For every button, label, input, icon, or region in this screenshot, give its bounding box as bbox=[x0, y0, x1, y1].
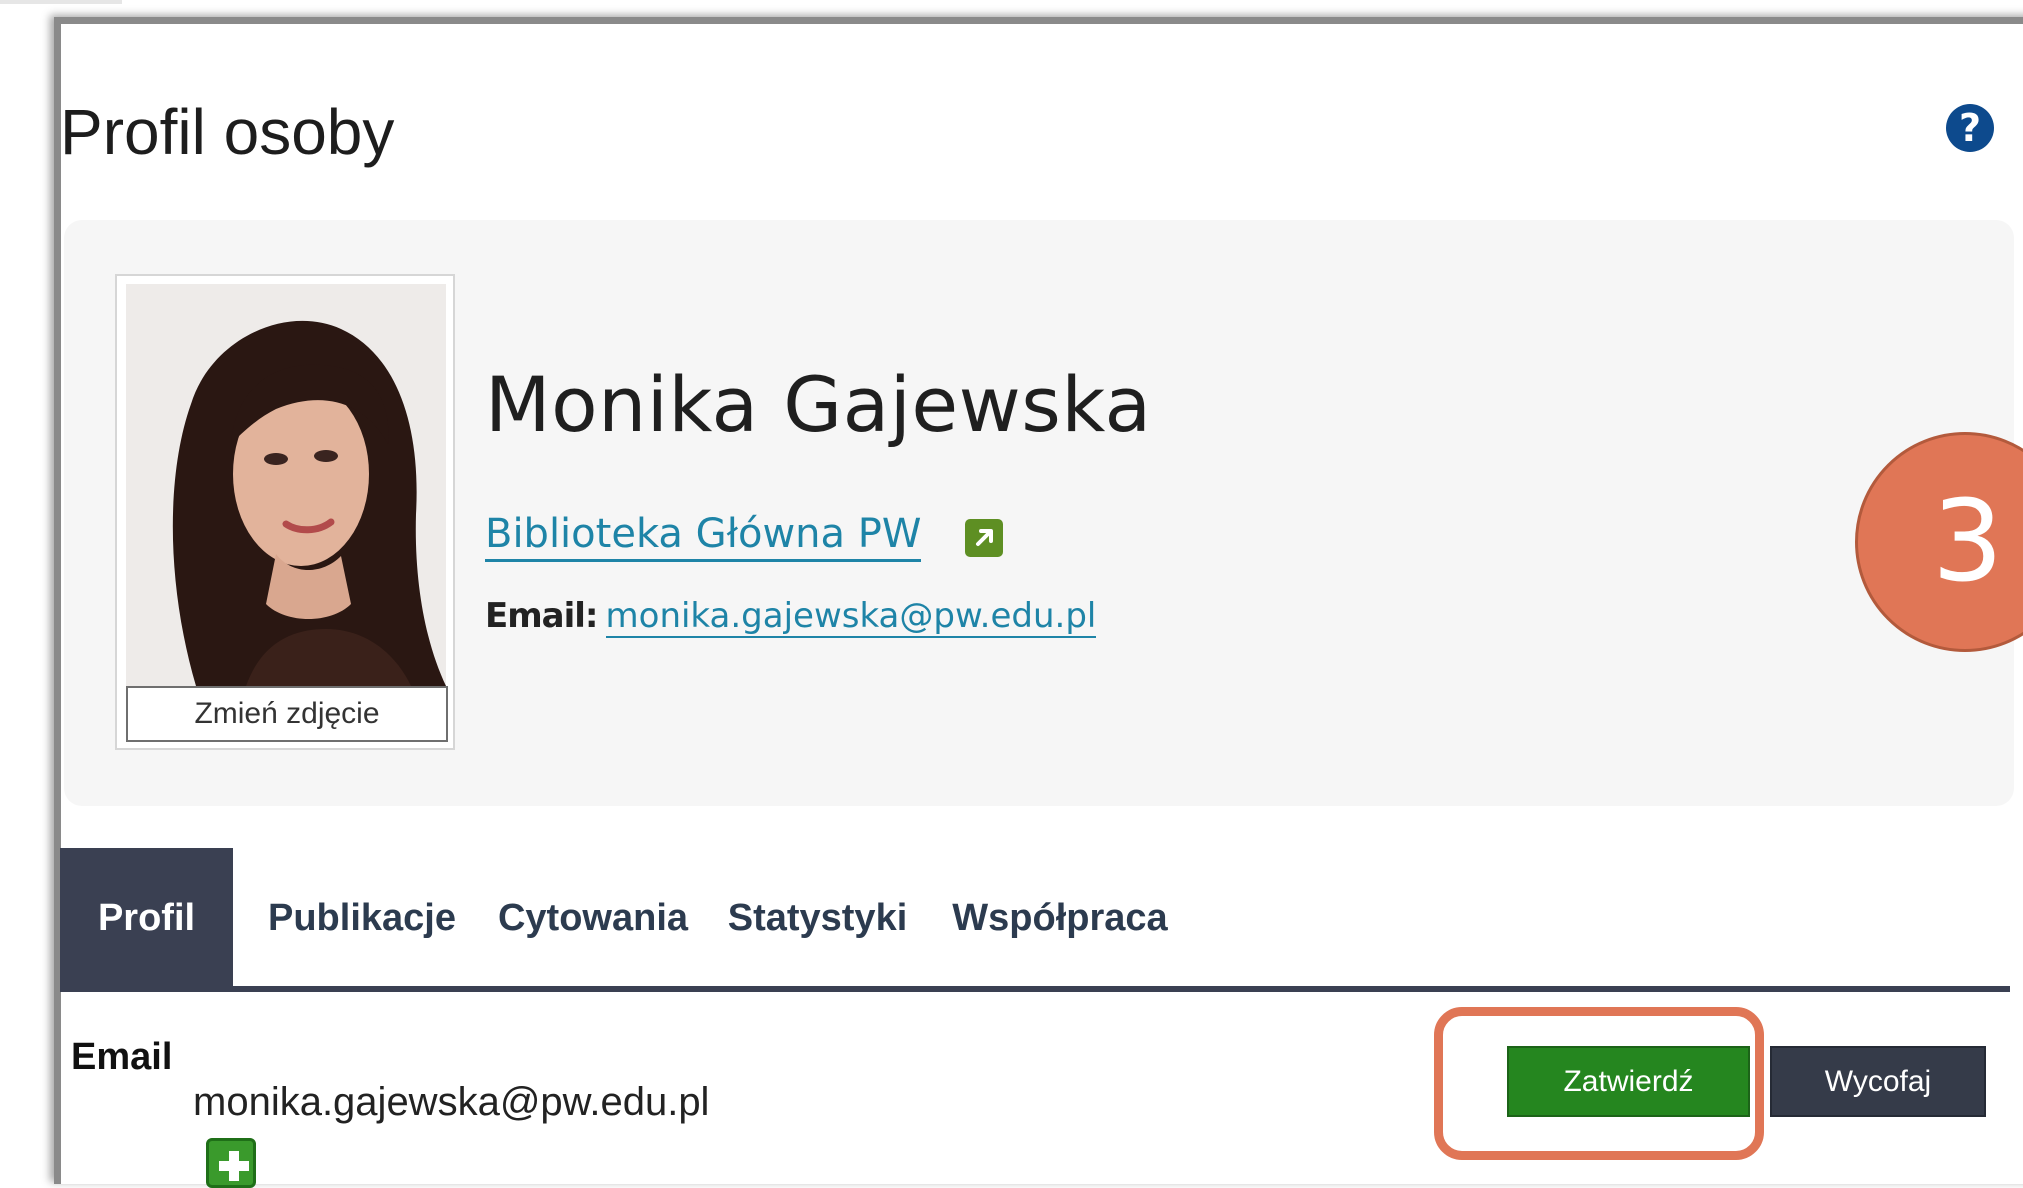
person-name: Monika Gajewska bbox=[485, 360, 1152, 449]
withdraw-button[interactable]: Wycofaj bbox=[1770, 1046, 1986, 1117]
tab-profil[interactable]: Profil bbox=[60, 848, 233, 988]
profile-photo bbox=[126, 284, 446, 686]
unit-link[interactable]: Biblioteka Główna PW bbox=[485, 511, 922, 562]
external-link-arrow bbox=[976, 529, 993, 546]
email-link[interactable]: monika.gajewska@pw.edu.pl bbox=[605, 596, 1097, 638]
change-photo-button[interactable]: Zmień zdjęcie bbox=[126, 686, 448, 742]
help-icon[interactable]: ? bbox=[1946, 104, 1994, 152]
email-section-label: Email bbox=[71, 1036, 173, 1078]
add-icon[interactable] bbox=[206, 1138, 256, 1188]
tab-publikacje[interactable]: Publikacje bbox=[257, 848, 467, 988]
tab-statystyki[interactable]: Statystyki bbox=[720, 848, 915, 988]
email-label: Email: bbox=[485, 596, 599, 636]
email-section-value: monika.gajewska@pw.edu.pl bbox=[193, 1080, 710, 1124]
tab-cytowania[interactable]: Cytowania bbox=[493, 848, 693, 988]
confirm-button[interactable]: Zatwierdź bbox=[1507, 1046, 1750, 1117]
external-link-icon[interactable] bbox=[965, 519, 1003, 557]
profile-photo-frame: Zmień zdjęcie bbox=[115, 274, 455, 750]
page-title: Profil osoby bbox=[60, 96, 395, 168]
browser-tab-edge bbox=[0, 0, 122, 4]
profile-tabs: Profil Publikacje Cytowania Statystyki W… bbox=[60, 848, 2010, 988]
email-row: Email: monika.gajewska@pw.edu.pl bbox=[485, 596, 1097, 638]
tab-wspolpraca[interactable]: Współpraca bbox=[940, 848, 1180, 988]
person-portrait-image bbox=[126, 284, 446, 686]
tabs-underline bbox=[60, 986, 2010, 992]
outer-background bbox=[0, 0, 50, 1166]
help-icon-glyph: ? bbox=[1958, 106, 1982, 150]
